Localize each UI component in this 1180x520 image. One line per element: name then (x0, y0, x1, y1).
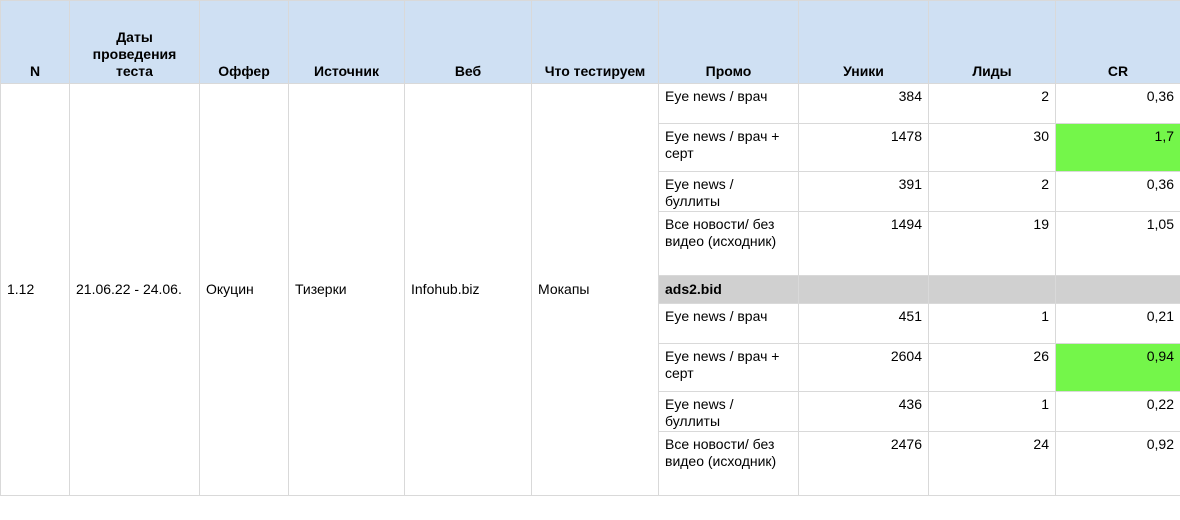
cell-cr[interactable]: 0,36 (1055, 83, 1180, 124)
header-what-testing[interactable]: Что тестируем (531, 0, 659, 84)
subheader-label[interactable]: ads2.bid (658, 275, 799, 304)
header-offer[interactable]: Оффер (199, 0, 289, 84)
cell-web[interactable]: Infohub.biz (404, 83, 532, 496)
header-n[interactable]: N (0, 0, 70, 84)
subheader-empty-cell[interactable] (1055, 275, 1180, 304)
header-uniques[interactable]: Уники (798, 0, 929, 84)
header-leads[interactable]: Лиды (928, 0, 1056, 84)
header-promo[interactable]: Промо (658, 0, 799, 84)
table-row: 1.12 21.06.22 - 24.06. Окуцин Тизерки In… (0, 83, 1180, 496)
header-row: N Даты проведения теста Оффер Источник В… (0, 0, 1180, 84)
header-cr[interactable]: CR (1055, 0, 1180, 84)
cell-offer[interactable]: Окуцин (199, 83, 289, 496)
cell-promo[interactable]: Eye news / врач (658, 83, 799, 124)
cell-cr[interactable]: 0,22 (1055, 391, 1180, 432)
cell-n[interactable]: 1.12 (0, 83, 70, 496)
cell-dates[interactable]: 21.06.22 - 24.06. (69, 83, 200, 496)
cell-cr[interactable]: 1,05 (1055, 211, 1180, 276)
cell-leads[interactable]: 2 (928, 171, 1056, 212)
cell-leads[interactable]: 1 (928, 303, 1056, 344)
cell-cr-highlighted[interactable]: 0,94 (1055, 343, 1180, 392)
cell-promo[interactable]: Eye news / буллиты (658, 391, 799, 432)
cell-uniques[interactable]: 1494 (798, 211, 929, 276)
cell-leads[interactable]: 2 (928, 83, 1056, 124)
cell-uniques[interactable]: 2476 (798, 431, 929, 496)
header-web[interactable]: Веб (404, 0, 532, 84)
cell-promo[interactable]: Eye news / врач + серт (658, 123, 799, 172)
header-dates[interactable]: Даты проведения теста (69, 0, 200, 84)
spreadsheet: N Даты проведения теста Оффер Источник В… (0, 0, 1180, 520)
subheader-empty-cell[interactable] (798, 275, 929, 304)
cell-uniques[interactable]: 436 (798, 391, 929, 432)
header-source[interactable]: Источник (288, 0, 405, 84)
cell-cr-highlighted[interactable]: 1,7 (1055, 123, 1180, 172)
cell-promo[interactable]: Eye news / врач + серт (658, 343, 799, 392)
cell-cr[interactable]: 0,36 (1055, 171, 1180, 212)
cell-promo[interactable]: Eye news / буллиты (658, 171, 799, 212)
cell-promo[interactable]: Eye news / врач (658, 303, 799, 344)
cell-leads[interactable]: 1 (928, 391, 1056, 432)
subheader-empty-cell[interactable] (928, 275, 1056, 304)
cell-cr[interactable]: 0,92 (1055, 431, 1180, 496)
cell-leads[interactable]: 24 (928, 431, 1056, 496)
cell-leads[interactable]: 19 (928, 211, 1056, 276)
results-table: N Даты проведения теста Оффер Источник В… (0, 0, 1180, 496)
cell-uniques[interactable]: 384 (798, 83, 929, 124)
cell-cr[interactable]: 0,21 (1055, 303, 1180, 344)
cell-uniques[interactable]: 451 (798, 303, 929, 344)
cell-what-testing[interactable]: Мокапы (531, 83, 659, 496)
cell-uniques[interactable]: 391 (798, 171, 929, 212)
cell-leads[interactable]: 30 (928, 123, 1056, 172)
cell-uniques[interactable]: 2604 (798, 343, 929, 392)
cell-promo[interactable]: Все новости/ без видео (исходник) (658, 431, 799, 496)
cell-source[interactable]: Тизерки (288, 83, 405, 496)
cell-leads[interactable]: 26 (928, 343, 1056, 392)
cell-promo[interactable]: Все новости/ без видео (исходник) (658, 211, 799, 276)
cell-uniques[interactable]: 1478 (798, 123, 929, 172)
